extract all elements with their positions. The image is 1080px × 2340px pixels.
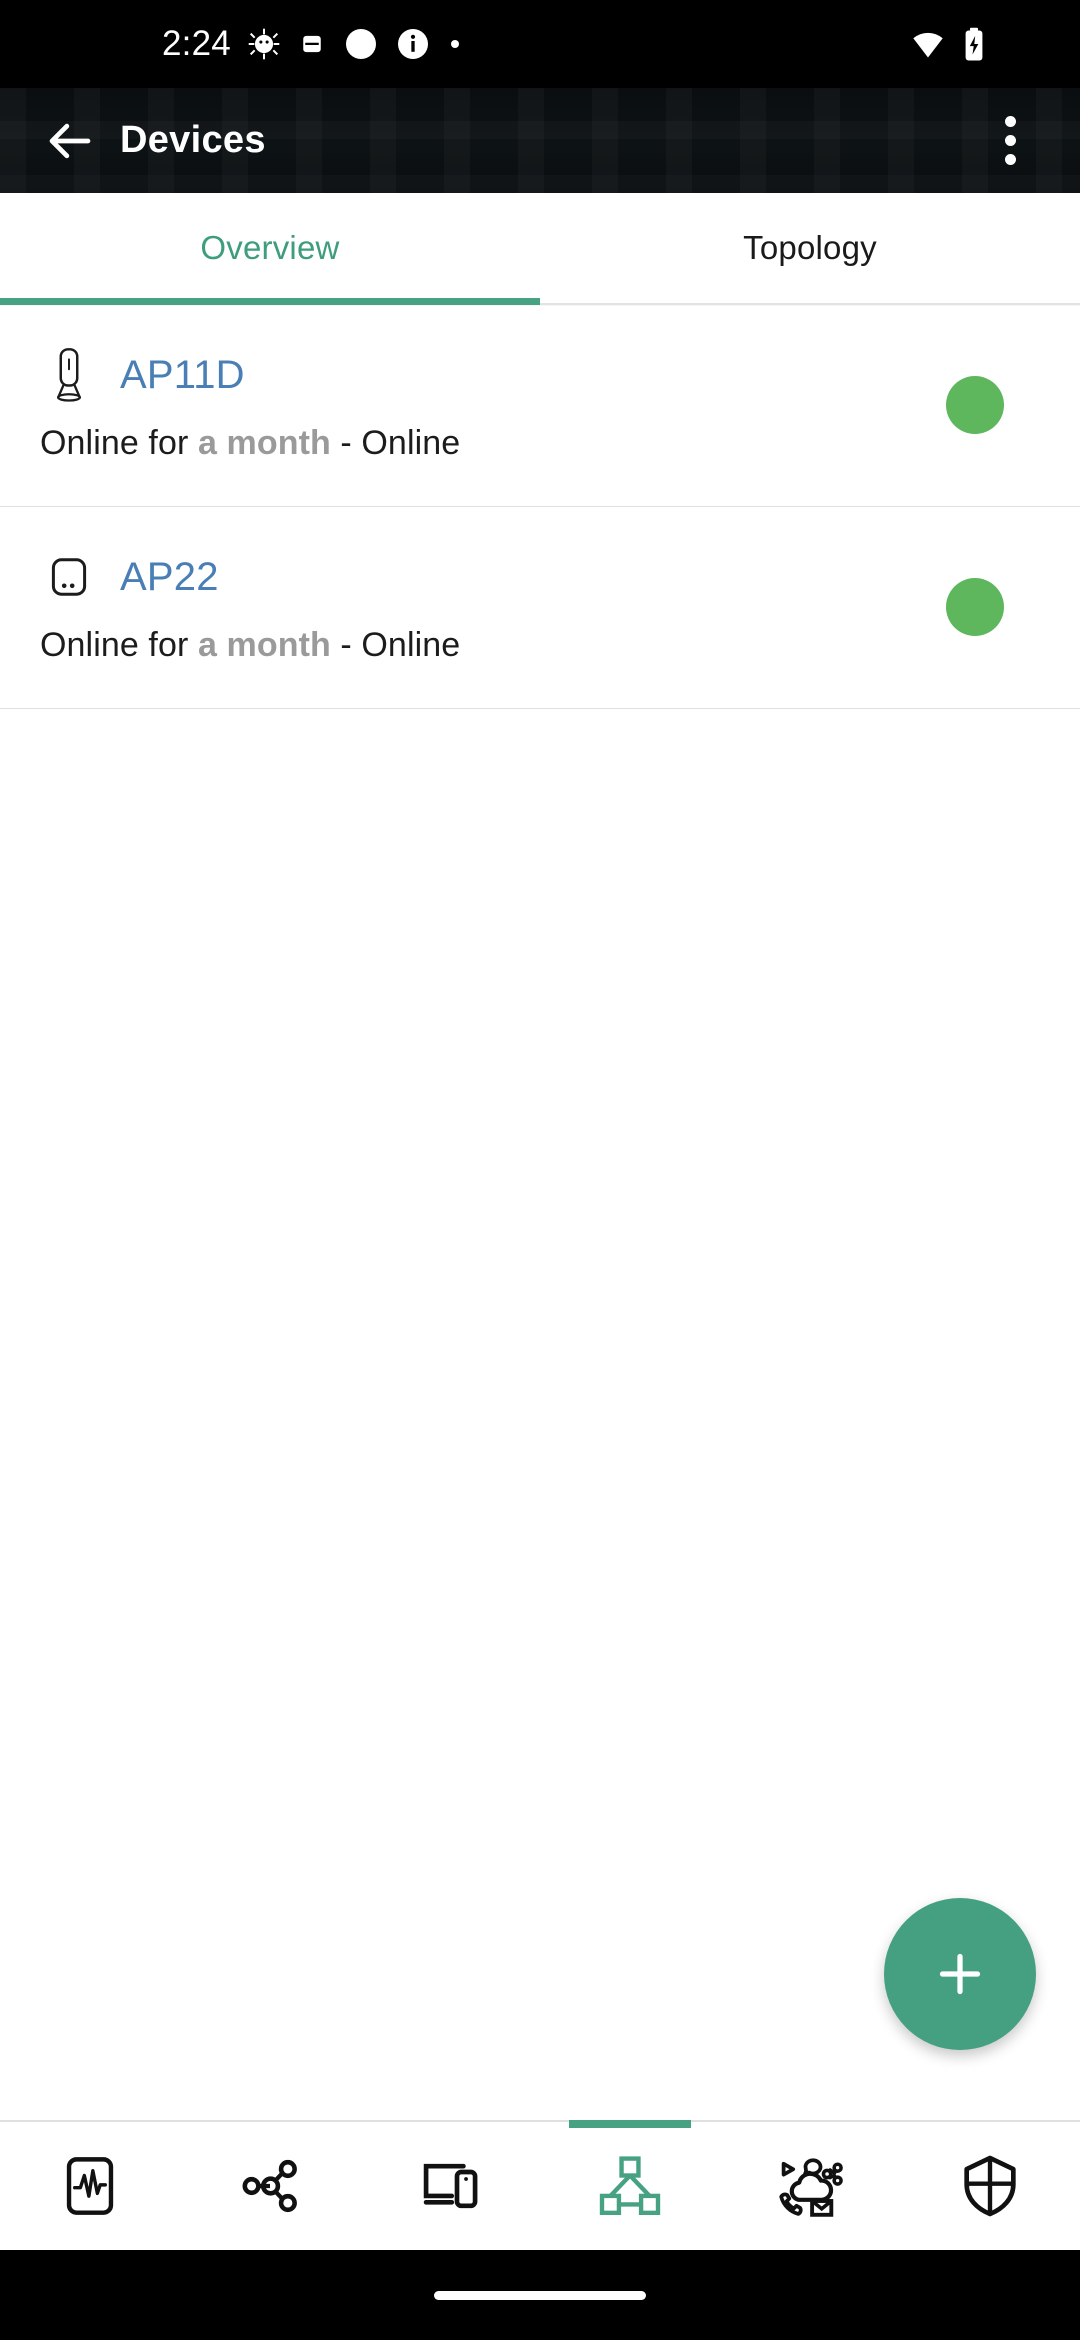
plus-icon	[939, 1953, 981, 1995]
app-bar: Devices	[0, 88, 1080, 193]
page-title: Devices	[120, 119, 266, 161]
nav-item-network[interactable]	[180, 2122, 360, 2250]
dot-icon	[450, 40, 459, 48]
table-row[interactable]: AP22 Online for a month - Online	[0, 507, 1080, 709]
device-header: AP11D	[40, 346, 946, 404]
home-gesture-pill[interactable]	[434, 2290, 646, 2300]
add-device-fab[interactable]	[884, 1898, 1036, 2050]
status-duration: a month	[197, 424, 331, 462]
shield-icon	[964, 2155, 1016, 2217]
cloud-services-icon	[779, 2158, 843, 2217]
devices-monitor-phone-icon	[423, 2163, 478, 2209]
nav-item-clients[interactable]	[360, 2122, 540, 2250]
info-icon	[397, 29, 428, 59]
sync-icon	[345, 29, 376, 59]
access-point-box-icon	[40, 548, 98, 606]
device-name[interactable]: AP11D	[120, 353, 245, 398]
nav-item-services[interactable]	[720, 2122, 900, 2250]
status-suffix: - Online	[330, 626, 461, 664]
topology-hierarchy-icon	[599, 2156, 661, 2216]
network-nodes-icon	[242, 2159, 297, 2213]
back-arrow-icon	[49, 123, 91, 158]
status-badge	[946, 577, 1004, 636]
device-info: AP11D Online for a month - Online	[40, 346, 946, 463]
device-list: AP11D Online for a month - Online AP22 O…	[0, 305, 1080, 709]
device-status-text: Online for a month - Online	[40, 626, 946, 665]
table-row[interactable]: AP11D Online for a month - Online	[0, 305, 1080, 507]
overflow-menu-icon-dot3	[1004, 154, 1016, 165]
status-bar: 2:24	[0, 0, 1080, 88]
android-bug-icon	[248, 28, 280, 60]
tab-topology[interactable]: Topology	[540, 193, 1080, 303]
status-duration: a month	[197, 626, 331, 664]
device-name[interactable]: AP22	[120, 555, 219, 600]
bottom-navigation-bar	[0, 2120, 1080, 2250]
device-header: AP22	[40, 548, 946, 606]
status-bar-left: 2:24	[162, 24, 463, 64]
back-button[interactable]	[34, 105, 106, 177]
router-upright-icon	[40, 346, 98, 404]
overflow-menu-icon	[1004, 116, 1016, 127]
tab-overview-label: Overview	[200, 229, 340, 266]
battery-charging-icon	[965, 27, 983, 61]
battery-saver-icon	[303, 35, 321, 53]
status-prefix: Online for	[40, 424, 198, 462]
tab-topology-label: Topology	[743, 229, 877, 266]
status-suffix: - Online	[330, 424, 461, 462]
nav-item-topology[interactable]	[540, 2122, 720, 2250]
device-status-text: Online for a month - Online	[40, 424, 946, 463]
status-bar-right	[910, 26, 988, 62]
system-gesture-bar	[0, 2250, 1080, 2340]
wifi-icon	[913, 32, 943, 58]
status-badge	[946, 375, 1004, 434]
pulse-monitor-icon	[66, 2157, 114, 2215]
nav-item-monitoring[interactable]	[0, 2122, 180, 2250]
tab-bar: Overview Topology	[0, 193, 1080, 305]
status-prefix: Online for	[40, 626, 198, 664]
status-clock: 2:24	[162, 24, 231, 63]
device-info: AP22 Online for a month - Online	[40, 548, 946, 665]
overflow-menu-icon-dot2	[1004, 135, 1016, 146]
nav-item-security[interactable]	[900, 2122, 1080, 2250]
tab-overview[interactable]: Overview	[0, 193, 540, 305]
overflow-menu-button[interactable]	[974, 105, 1046, 177]
